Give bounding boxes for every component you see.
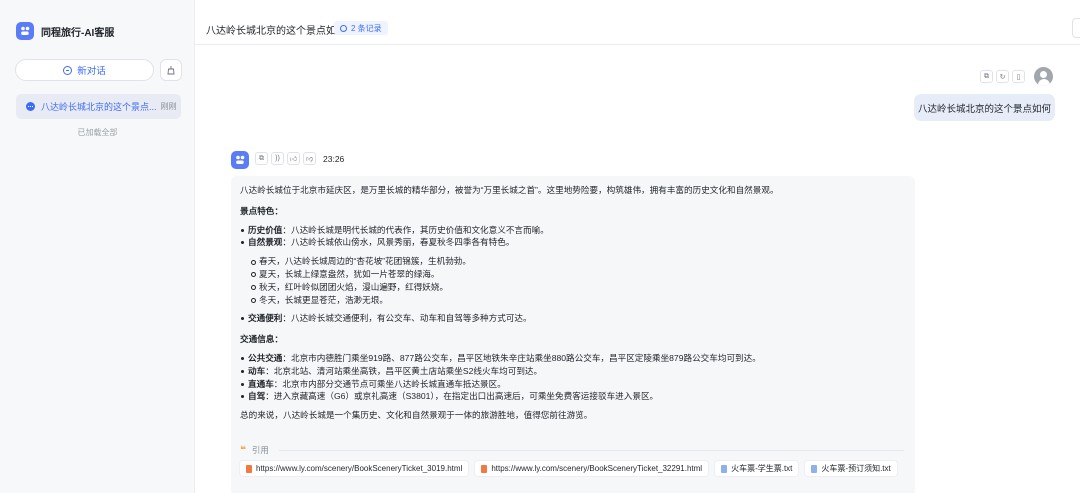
- text-file-icon: [721, 464, 728, 473]
- list-item: 历史价值：八达岭长城是明代长城的代表作，其历史价值和文化意义不言而喻。: [240, 224, 906, 237]
- citation-link[interactable]: https://www.ly.com/scenery/BookSceneryTi…: [239, 460, 470, 477]
- list-item: 春天，八达岭长城周边的“杏花坡”花团锦簇，生机勃勃。: [250, 255, 906, 268]
- text-file-icon: [811, 464, 818, 473]
- thumbs-up-icon[interactable]: 👍︎: [287, 152, 300, 165]
- citation-list: https://www.ly.com/scenery/BookSceneryTi…: [239, 460, 898, 477]
- clock-icon: [340, 24, 347, 32]
- copy-icon[interactable]: ⧉: [255, 152, 268, 165]
- list-item: 冬天，长城更显苍茫，浩渺无垠。: [250, 294, 906, 307]
- list-item: 公共交通：北京市内德胜门乘坐919路、877路公交车，昌平区地铁朱辛庄站乘坐88…: [240, 352, 906, 365]
- list-item: 动车：北京北站、清河站乘坐高铁，昌平区黄土店站乘坐S2线火车均可到达。: [240, 365, 906, 378]
- transport-feature-list: 交通便利：八达岭长城交通便利，有公交车、动车和自驾等多种方式可达。: [240, 312, 906, 325]
- citation-link[interactable]: https://www.ly.com/scenery/BookSceneryTi…: [474, 460, 710, 477]
- list-item: 直通车：北京市内部分交通节点可乘坐八达岭长城直通车抵达景区。: [240, 378, 906, 391]
- user-avatar: [1034, 67, 1053, 86]
- app-logo-icon: [16, 22, 34, 40]
- list-item: 夏天，长城上绿意盎然，犹如一片苍翠的绿海。: [250, 268, 906, 281]
- copy-icon[interactable]: ⧉: [980, 70, 993, 83]
- new-chat-label: 新对话: [77, 66, 106, 77]
- header: 八达岭长城北京的这个景点如何 2 条记录: [195, 0, 1080, 45]
- thumbs-down-icon[interactable]: 👎︎: [303, 152, 316, 165]
- clear-history-button[interactable]: [160, 59, 182, 81]
- citation-link[interactable]: 火车票-预订须知.txt: [804, 460, 898, 477]
- answer-intro: 八达岭长城位于北京市延庆区，是万里长城的精华部分，被誉为“万里长城之首”。这里地…: [240, 185, 779, 195]
- user-message-tools: ⧉ ↻ ▯: [980, 70, 1025, 83]
- conversation-time: 刚刚: [160, 102, 177, 111]
- delete-icon[interactable]: ▯: [1012, 70, 1025, 83]
- list-item: 自然景观：八达岭长城依山傍水，风景秀丽，春夏秋冬四季各有特色。: [240, 236, 906, 249]
- chat-bubble-icon: [26, 102, 35, 111]
- conversation-title: 八达岭长城北京的这个景点...: [41, 102, 157, 112]
- section-title-features: 景点特色：: [240, 205, 283, 216]
- answer-summary: 总的来说，八达岭长城是一个集历史、文化和自然景观于一体的旅游胜地，值得您前往游览…: [240, 410, 593, 421]
- records-badge[interactable]: 2 条记录: [334, 21, 388, 35]
- brand-name: 同程旅行-AI客服: [41, 27, 115, 39]
- bot-avatar-icon: [231, 151, 249, 169]
- citation-label: 引用: [251, 445, 269, 455]
- conversation-item[interactable]: 八达岭长城北京的这个景点... 刚刚: [16, 94, 181, 119]
- list-item: 秋天，红叶岭似团团火焰，漫山遍野，红得妖娆。: [250, 281, 906, 294]
- citation-link[interactable]: 火车票-学生票.txt: [714, 460, 800, 477]
- regenerate-icon[interactable]: ↻: [996, 70, 1009, 83]
- new-chat-button[interactable]: 新对话: [15, 59, 154, 81]
- message-time: 23:26: [323, 153, 345, 164]
- sidebar: 同程旅行-AI客服 新对话 八达岭长城北京的这个景点... 刚刚 已加载全部: [0, 0, 195, 493]
- collapse-panel-button[interactable]: [1072, 18, 1080, 38]
- brand: 同程旅行-AI客服: [16, 22, 114, 40]
- bot-message-tools: ⧉ )) 👍︎ 👎︎ 23:26: [255, 152, 344, 165]
- feature-list: 历史价值：八达岭长城是明代长城的代表作，其历史价值和文化意义不言而喻。 自然景观…: [240, 224, 906, 250]
- chat-area: ⧉ ↻ ▯ 八达岭长城北京的这个景点如何 ⧉ )) 👍︎ 👎︎ 23:26 八达…: [195, 46, 1080, 493]
- list-item: 自驾：进入京藏高速（G6）或京礼高速（S3801），在指定出口出高速后，可乘坐免…: [240, 390, 906, 403]
- page-title: 八达岭长城北京的这个景点如何: [206, 26, 346, 37]
- user-message-bubble: 八达岭长城北京的这个景点如何: [914, 94, 1055, 121]
- list-item: 交通便利：八达岭长城交通便利，有公交车、动车和自驾等多种方式可达。: [240, 312, 906, 325]
- web-file-icon: [481, 464, 488, 473]
- new-chat-icon: [63, 65, 73, 75]
- citation-divider: [279, 450, 904, 451]
- citation-header: ❝ 引用: [240, 444, 269, 456]
- speaker-icon[interactable]: )): [271, 152, 284, 165]
- records-badge-label: 2 条记录: [351, 23, 382, 33]
- quote-icon: ❝: [240, 444, 246, 456]
- bot-answer: 八达岭长城位于北京市延庆区，是万里长城的精华部分，被誉为“万里长城之首”。这里地…: [231, 176, 915, 493]
- season-list: 春天，八达岭长城周边的“杏花坡”花团锦簇，生机勃勃。 夏天，长城上绿意盎然，犹如…: [250, 255, 906, 306]
- transport-list: 公共交通：北京市内德胜门乘坐919路、877路公交车，昌平区地铁朱辛庄站乘坐88…: [240, 352, 906, 403]
- broom-icon: [167, 66, 175, 75]
- web-file-icon: [246, 464, 252, 473]
- loaded-all-text: 已加载全部: [77, 128, 118, 137]
- section-title-transport: 交通信息：: [240, 334, 283, 345]
